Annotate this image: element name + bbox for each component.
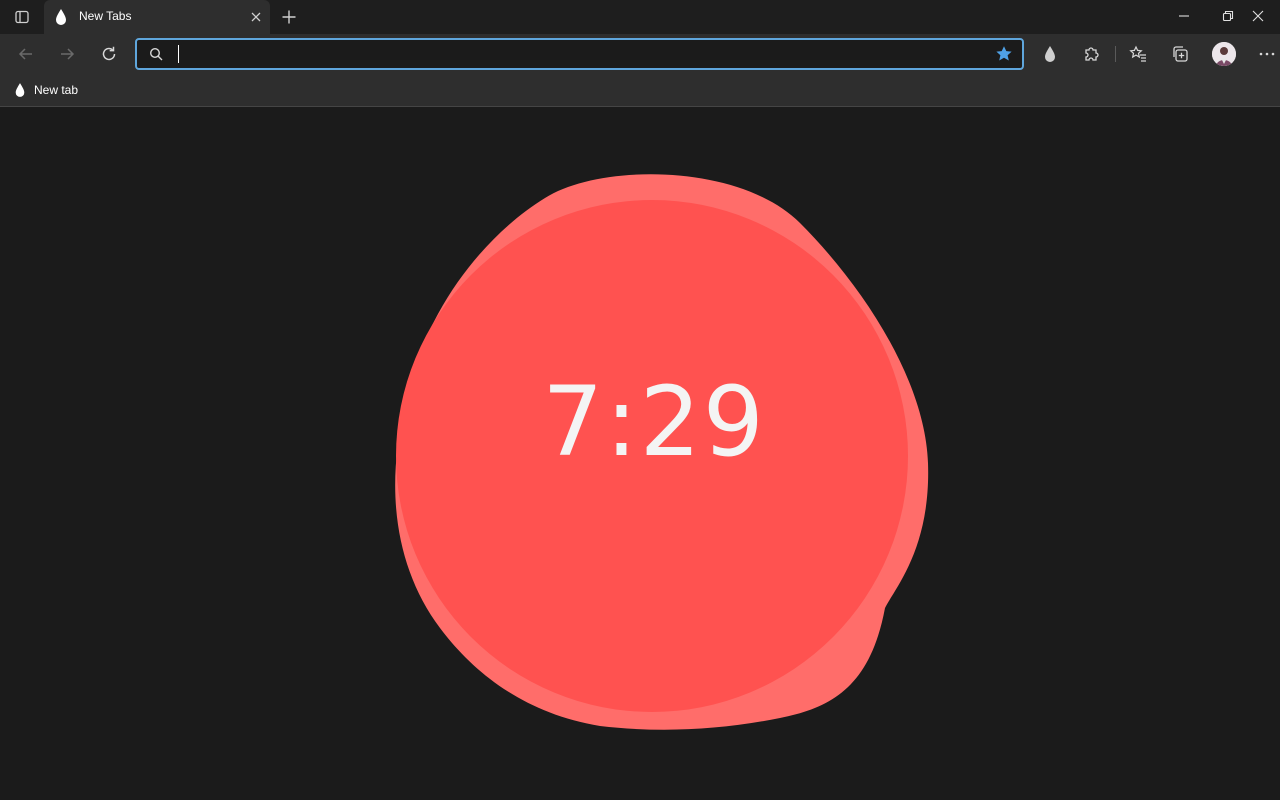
search-icon	[149, 47, 163, 61]
address-bar[interactable]	[135, 38, 1024, 70]
forward-button[interactable]	[51, 38, 83, 70]
clock-time: 7:29	[542, 366, 766, 478]
minimize-icon	[1179, 15, 1189, 17]
tab-close-button[interactable]	[246, 7, 266, 27]
title-bar: New Tabs	[0, 0, 1280, 34]
avatar[interactable]	[1212, 42, 1236, 66]
refresh-icon	[102, 46, 116, 61]
refresh-button[interactable]	[93, 38, 125, 70]
star-icon[interactable]	[995, 45, 1013, 63]
back-arrow-icon	[18, 48, 32, 60]
tab-title: New Tabs	[79, 9, 132, 23]
drop-icon	[1045, 46, 1055, 62]
more-icon	[1259, 52, 1275, 56]
extensions-button[interactable]	[1076, 38, 1108, 70]
favorite-label: New tab	[34, 83, 79, 97]
tab-active[interactable]: New Tabs	[44, 0, 270, 34]
drop-icon	[15, 83, 25, 97]
forward-arrow-icon	[61, 48, 75, 60]
close-icon	[251, 12, 261, 22]
toolbar-divider	[1115, 46, 1116, 62]
plus-icon	[282, 10, 296, 24]
favorites-button[interactable]	[1122, 38, 1154, 70]
tab-actions-button[interactable]	[8, 4, 36, 30]
new-tab-button[interactable]	[276, 4, 302, 30]
extension-drop-button[interactable]	[1034, 38, 1066, 70]
address-input[interactable]	[175, 43, 975, 65]
favorite-item-new-tab[interactable]: New tab	[8, 78, 84, 102]
more-button[interactable]	[1251, 38, 1280, 70]
collections-button[interactable]	[1164, 38, 1196, 70]
page-content: 7:29	[0, 108, 1280, 800]
favorites-bar: New tab	[0, 74, 1280, 107]
drop-icon	[56, 9, 66, 25]
puzzle-icon	[1085, 47, 1099, 61]
close-icon	[1252, 10, 1264, 22]
restore-icon	[1222, 10, 1234, 22]
collections-icon	[1173, 46, 1188, 62]
toolbar	[0, 34, 1280, 74]
tab-actions-icon	[15, 10, 29, 24]
minimize-button[interactable]	[1162, 0, 1206, 32]
back-button[interactable]	[10, 38, 42, 70]
profile-picture	[1212, 42, 1236, 66]
text-caret	[178, 45, 179, 63]
favorites-icon	[1129, 45, 1146, 62]
close-window-button[interactable]	[1236, 0, 1280, 32]
